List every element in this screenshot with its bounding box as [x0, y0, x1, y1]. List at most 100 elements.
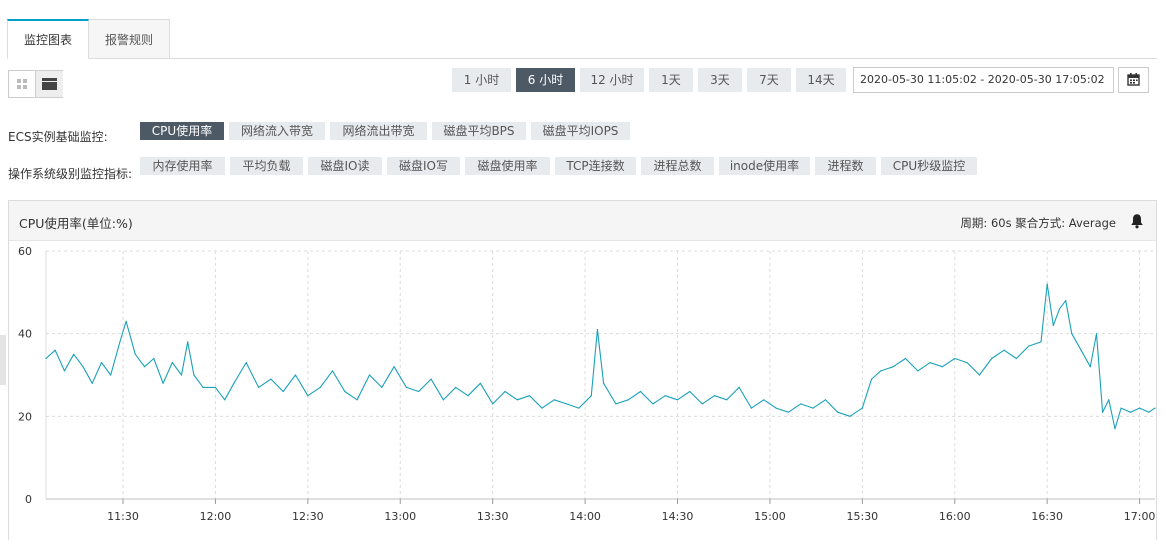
data-point [800, 403, 802, 405]
y-tick-label: 20 [18, 410, 32, 423]
data-point [596, 328, 599, 331]
y-tick-label: 60 [18, 245, 32, 258]
data-point [467, 395, 469, 397]
x-tick-label: 16:30 [1031, 510, 1063, 523]
data-point [1154, 407, 1156, 409]
data-point [504, 390, 506, 393]
data-point [738, 386, 740, 388]
x-tick-label: 14:00 [569, 510, 601, 523]
data-point [529, 395, 531, 397]
data-point [1015, 357, 1018, 360]
data-point [917, 370, 919, 372]
tab-monitor-charts[interactable]: 监控图表 [7, 19, 89, 59]
data-point [904, 357, 907, 360]
data-point [880, 370, 882, 372]
data-point [73, 353, 75, 355]
data-point [442, 399, 444, 401]
data-point [91, 382, 93, 384]
data-point [405, 386, 407, 388]
x-tick-label: 12:00 [200, 510, 232, 523]
data-point [1052, 324, 1054, 326]
data-point [100, 362, 103, 364]
data-point [187, 341, 189, 343]
data-point [892, 366, 894, 368]
data-point [45, 357, 47, 360]
y-tick-label: 0 [25, 493, 32, 506]
data-point [590, 395, 592, 397]
data-point [144, 366, 146, 368]
data-point [861, 407, 863, 409]
cpu-usage-chart: 0 20 40 60 11:30 12:00 12:30 13:00 13:30 14:00 14:… [18, 245, 1156, 523]
data-point [233, 382, 235, 384]
data-point [726, 399, 728, 401]
data-point [455, 386, 457, 388]
data-point [689, 390, 691, 393]
data-point [381, 386, 383, 388]
data-point [615, 403, 617, 405]
data-point [603, 382, 605, 384]
data-point [331, 370, 334, 372]
data-point [516, 399, 518, 401]
data-point [368, 374, 371, 376]
data-point [245, 362, 247, 364]
data-point [1148, 411, 1150, 413]
data-point [1120, 407, 1122, 409]
data-point [1028, 345, 1030, 347]
data-point [1003, 349, 1005, 351]
data-point [871, 378, 873, 380]
data-point [162, 382, 164, 384]
x-tick-label: 16:00 [939, 510, 971, 523]
data-point [1139, 407, 1141, 409]
data-point [763, 399, 765, 401]
data-point [1065, 300, 1067, 302]
data-point [627, 399, 629, 401]
data-point [978, 374, 981, 376]
data-point [775, 407, 777, 409]
x-tick-label: 15:00 [754, 510, 786, 523]
data-point [812, 407, 814, 409]
data-point [63, 370, 66, 372]
data-point [701, 403, 703, 405]
data-point [652, 403, 654, 405]
data-point [418, 390, 420, 393]
data-point [1114, 428, 1116, 430]
data-point [966, 362, 968, 364]
data-point [664, 395, 666, 397]
data-point [319, 386, 321, 388]
data-point [224, 399, 226, 401]
data-point [566, 403, 568, 405]
data-point [294, 374, 297, 376]
data-point [849, 415, 851, 417]
data-point [1071, 333, 1073, 335]
data-point [171, 362, 173, 364]
data-point [1089, 366, 1091, 368]
data-point [553, 399, 555, 401]
data-point [1080, 349, 1082, 351]
data-point [787, 411, 790, 413]
data-point [639, 390, 642, 393]
data-point [125, 320, 127, 322]
data-point [180, 374, 183, 376]
data-point [1040, 341, 1042, 343]
data-point [282, 390, 284, 393]
data-point [1058, 308, 1061, 310]
data-point [119, 341, 121, 343]
data-point [1102, 411, 1104, 413]
data-point [1129, 411, 1131, 413]
data-point [991, 357, 993, 360]
data-point [954, 357, 956, 360]
data-point [356, 399, 358, 401]
data-point [153, 357, 155, 360]
x-tick-label: 14:30 [662, 510, 694, 523]
data-point [492, 403, 494, 405]
data-point [713, 395, 716, 397]
data-point [193, 374, 195, 376]
data-point [307, 395, 309, 397]
data-point [54, 349, 56, 351]
data-point [1095, 333, 1098, 335]
x-tick-label: 12:30 [292, 510, 324, 523]
x-tick-label: 17:00 [1124, 510, 1156, 523]
data-point [344, 390, 346, 393]
data-point [578, 407, 580, 409]
cpu-usage-series-line [45, 283, 1156, 430]
